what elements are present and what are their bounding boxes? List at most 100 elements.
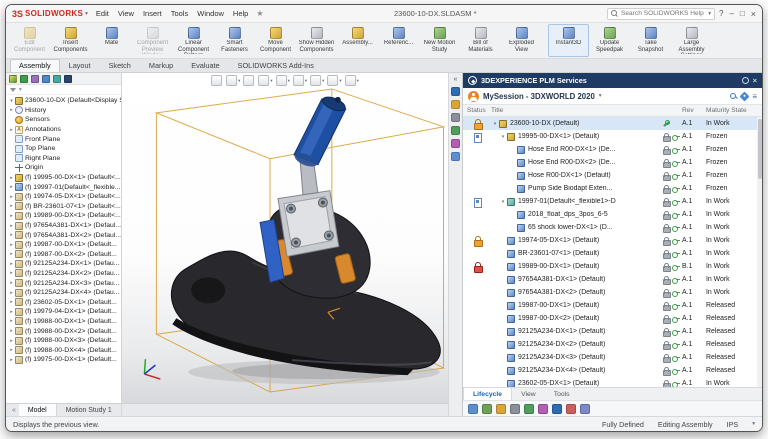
tab-markup[interactable]: Markup bbox=[140, 59, 182, 72]
help-search[interactable]: ▾ bbox=[607, 8, 715, 20]
assembly-features-button[interactable]: Assembly... bbox=[337, 24, 378, 57]
plm-row[interactable]: 65 shock lower-DX<1> (D... A.1 In Work bbox=[463, 221, 762, 234]
search-icon[interactable] bbox=[730, 93, 737, 100]
plm-row[interactable]: 2018_float_dps_3pos_6-5 A.1 In Work bbox=[463, 208, 762, 221]
view-palette-icon[interactable] bbox=[451, 126, 460, 135]
chevron-down-icon[interactable]: ▾ bbox=[288, 78, 290, 84]
featuremanager-design-tree-tab-icon[interactable] bbox=[9, 75, 17, 83]
tree-expander[interactable]: ▸ bbox=[8, 357, 15, 363]
reference-geometry-button[interactable]: Referenc... bbox=[378, 24, 419, 57]
tab-assembly[interactable]: Assembly bbox=[10, 59, 60, 72]
previous-view-icon[interactable] bbox=[243, 75, 254, 86]
plm-row[interactable]: 97654A381-DX<2> (Default) A.1 In Work bbox=[463, 286, 762, 299]
plm-row[interactable]: 97654A381-DX<1> (Default) A.1 In Work bbox=[463, 273, 762, 286]
tab-scroll-arrows[interactable]: « bbox=[9, 407, 19, 414]
units-selector[interactable]: IPS bbox=[727, 420, 739, 429]
menu-icon[interactable]: ≡ bbox=[752, 92, 757, 101]
bill-of-materials-button[interactable]: Bill of Materials bbox=[460, 24, 501, 57]
plm-services-tab-icon[interactable] bbox=[64, 75, 72, 83]
chevron-down-icon[interactable]: ▾ bbox=[85, 11, 88, 17]
plm-row[interactable]: ▾ 23600-10-DX (Default) A.1 In Work bbox=[463, 117, 762, 130]
show-hidden-components-button[interactable]: Show Hidden Components bbox=[296, 24, 337, 57]
feature-tree-item[interactable]: ▸ (f) BR-23601-07<1> (Default<... bbox=[6, 202, 121, 212]
display-style-icon[interactable] bbox=[293, 75, 304, 86]
tree-expander[interactable]: ▸ bbox=[8, 290, 15, 296]
linear-component-pattern-button[interactable]: Linear Component Pattern bbox=[173, 24, 214, 57]
feature-tree-item[interactable]: Front Plane bbox=[6, 134, 121, 144]
tree-expander[interactable]: ▸ bbox=[8, 270, 15, 276]
3dexperience-tab-icon[interactable] bbox=[451, 87, 460, 96]
section-view-icon[interactable] bbox=[258, 75, 269, 86]
apply-scene-icon[interactable] bbox=[345, 75, 356, 86]
share-icon[interactable] bbox=[552, 404, 562, 414]
tag-icon[interactable] bbox=[740, 91, 750, 101]
dimxpertmanager-tab-icon[interactable] bbox=[42, 75, 50, 83]
column-status[interactable]: Status bbox=[463, 107, 491, 114]
scrollbar[interactable] bbox=[757, 117, 762, 387]
feature-tree-item[interactable]: ▸ (f) 19974-05-DX<1> (Default<... bbox=[6, 192, 121, 202]
feature-tree-item[interactable]: ▸ (f) 19988-00-DX<2> (Default... bbox=[6, 326, 121, 336]
propertymanager-tab-icon[interactable] bbox=[20, 75, 28, 83]
plm-row[interactable]: 19989-00-DX<1> (Default) B.1 In Work bbox=[463, 260, 762, 273]
plm-row[interactable]: ▾ 19997-01(Default<_flexible1>-D A.1 In … bbox=[463, 195, 762, 208]
tab-lifecycle[interactable]: Lifecycle bbox=[463, 388, 512, 400]
feature-tree-item[interactable]: ▸ (f) 97654A381-DX<1> (Defaul... bbox=[6, 221, 121, 231]
menu-item[interactable]: Window bbox=[193, 9, 228, 18]
feature-tree-item[interactable]: Right Plane bbox=[6, 154, 121, 164]
tab-tools[interactable]: Tools bbox=[545, 388, 579, 400]
help-button[interactable]: ? bbox=[719, 9, 723, 18]
feature-tree-item[interactable]: ▸ (f) 19995-00-DX<1> (Default<... bbox=[6, 173, 121, 183]
menu-item[interactable]: View bbox=[114, 9, 138, 18]
column-maturity-state[interactable]: Maturity State bbox=[706, 107, 762, 114]
feature-tree-item[interactable]: Sensors bbox=[6, 115, 121, 125]
view-orientation-icon[interactable] bbox=[276, 75, 287, 86]
new-motion-study-button[interactable]: New Motion Study bbox=[419, 24, 460, 57]
plm-row[interactable]: 19974-05-DX<1> (Default) A.1 In Work bbox=[463, 234, 762, 247]
update-speedpak-button[interactable]: Update Speedpak bbox=[589, 24, 630, 57]
close-panel-icon[interactable]: × bbox=[753, 76, 757, 85]
new-revision-icon[interactable] bbox=[482, 404, 492, 414]
plm-row[interactable]: 92125A234-DX<1> (Default) A.1 Released bbox=[463, 325, 762, 338]
edit-appearance-icon[interactable] bbox=[327, 75, 338, 86]
tab-sketch[interactable]: Sketch bbox=[100, 59, 140, 72]
chevron-down-icon[interactable]: ▾ bbox=[752, 421, 755, 427]
tree-expander[interactable]: ▸ bbox=[8, 242, 15, 248]
tab-model[interactable]: Model bbox=[19, 404, 57, 416]
pin-favorites-icon[interactable]: ★ bbox=[256, 9, 263, 18]
feature-tree-item[interactable]: ▾ 23600-10-DX (Default<Display S... bbox=[6, 96, 121, 106]
settings-icon[interactable] bbox=[742, 77, 749, 84]
component-preview-window-button[interactable]: Component Preview Window bbox=[132, 24, 173, 57]
user-avatar[interactable] bbox=[468, 91, 479, 102]
appearances-icon[interactable] bbox=[451, 139, 460, 148]
feature-tree-item[interactable]: ▸ History bbox=[6, 106, 121, 116]
maturity-icon[interactable] bbox=[524, 404, 534, 414]
feature-tree-item[interactable]: Top Plane bbox=[6, 144, 121, 154]
move-component-button[interactable]: Move Component bbox=[255, 24, 296, 57]
feature-tree-item[interactable]: ▸ (f) 19987-00-DX<2> (Default... bbox=[6, 250, 121, 260]
configurationmanager-tab-icon[interactable] bbox=[31, 75, 39, 83]
hide-show-items-icon[interactable] bbox=[310, 75, 321, 86]
tree-filter-bar[interactable]: ▾ bbox=[6, 85, 121, 95]
plm-row[interactable]: 92125A234-DX<4> (Default) A.1 Released bbox=[463, 364, 762, 377]
refresh-icon[interactable] bbox=[510, 404, 520, 414]
tree-expander[interactable]: ▸ bbox=[8, 309, 15, 315]
scrollbar-thumb[interactable] bbox=[758, 119, 762, 179]
tab-solidworks-add-ins[interactable]: SOLIDWORKS Add-Ins bbox=[229, 59, 323, 72]
row-expander[interactable]: ▾ bbox=[491, 121, 499, 127]
feature-tree-item[interactable]: ▸ (f) 92125A234-DX<4> (Defau... bbox=[6, 288, 121, 298]
tree-expander[interactable]: ▸ bbox=[8, 251, 15, 257]
session-title[interactable]: MySession - 3DXWORLD 2020 bbox=[483, 92, 595, 101]
menu-item[interactable]: Insert bbox=[139, 9, 166, 18]
graphics-viewport[interactable]: ▾ ▾ ▾ bbox=[122, 73, 448, 403]
chevron-down-icon[interactable]: ▾ bbox=[322, 78, 324, 84]
feature-tree-item[interactable]: ▸ (f) 19988-00-DX<3> (Default... bbox=[6, 336, 121, 346]
feature-tree-item[interactable]: ▸ (f) 92125A234-DX<3> (Defau... bbox=[6, 278, 121, 288]
tree-expander[interactable]: ▸ bbox=[8, 328, 15, 334]
feature-tree-item[interactable]: ▸ (f) 92125A234-DX<2> (Defau... bbox=[6, 269, 121, 279]
plm-row[interactable]: Hose End R00-DX<1> (De... A.1 Frozen bbox=[463, 143, 762, 156]
plm-row[interactable]: 19987-00-DX<2> (Default) A.1 Released bbox=[463, 312, 762, 325]
feature-tree-item[interactable]: ▸ (f) 23602-05-DX<1> (Default... bbox=[6, 297, 121, 307]
tree-expander[interactable]: ▸ bbox=[8, 194, 15, 200]
tree-expander[interactable]: ▸ bbox=[8, 261, 15, 267]
column-title[interactable]: Title bbox=[491, 107, 682, 114]
